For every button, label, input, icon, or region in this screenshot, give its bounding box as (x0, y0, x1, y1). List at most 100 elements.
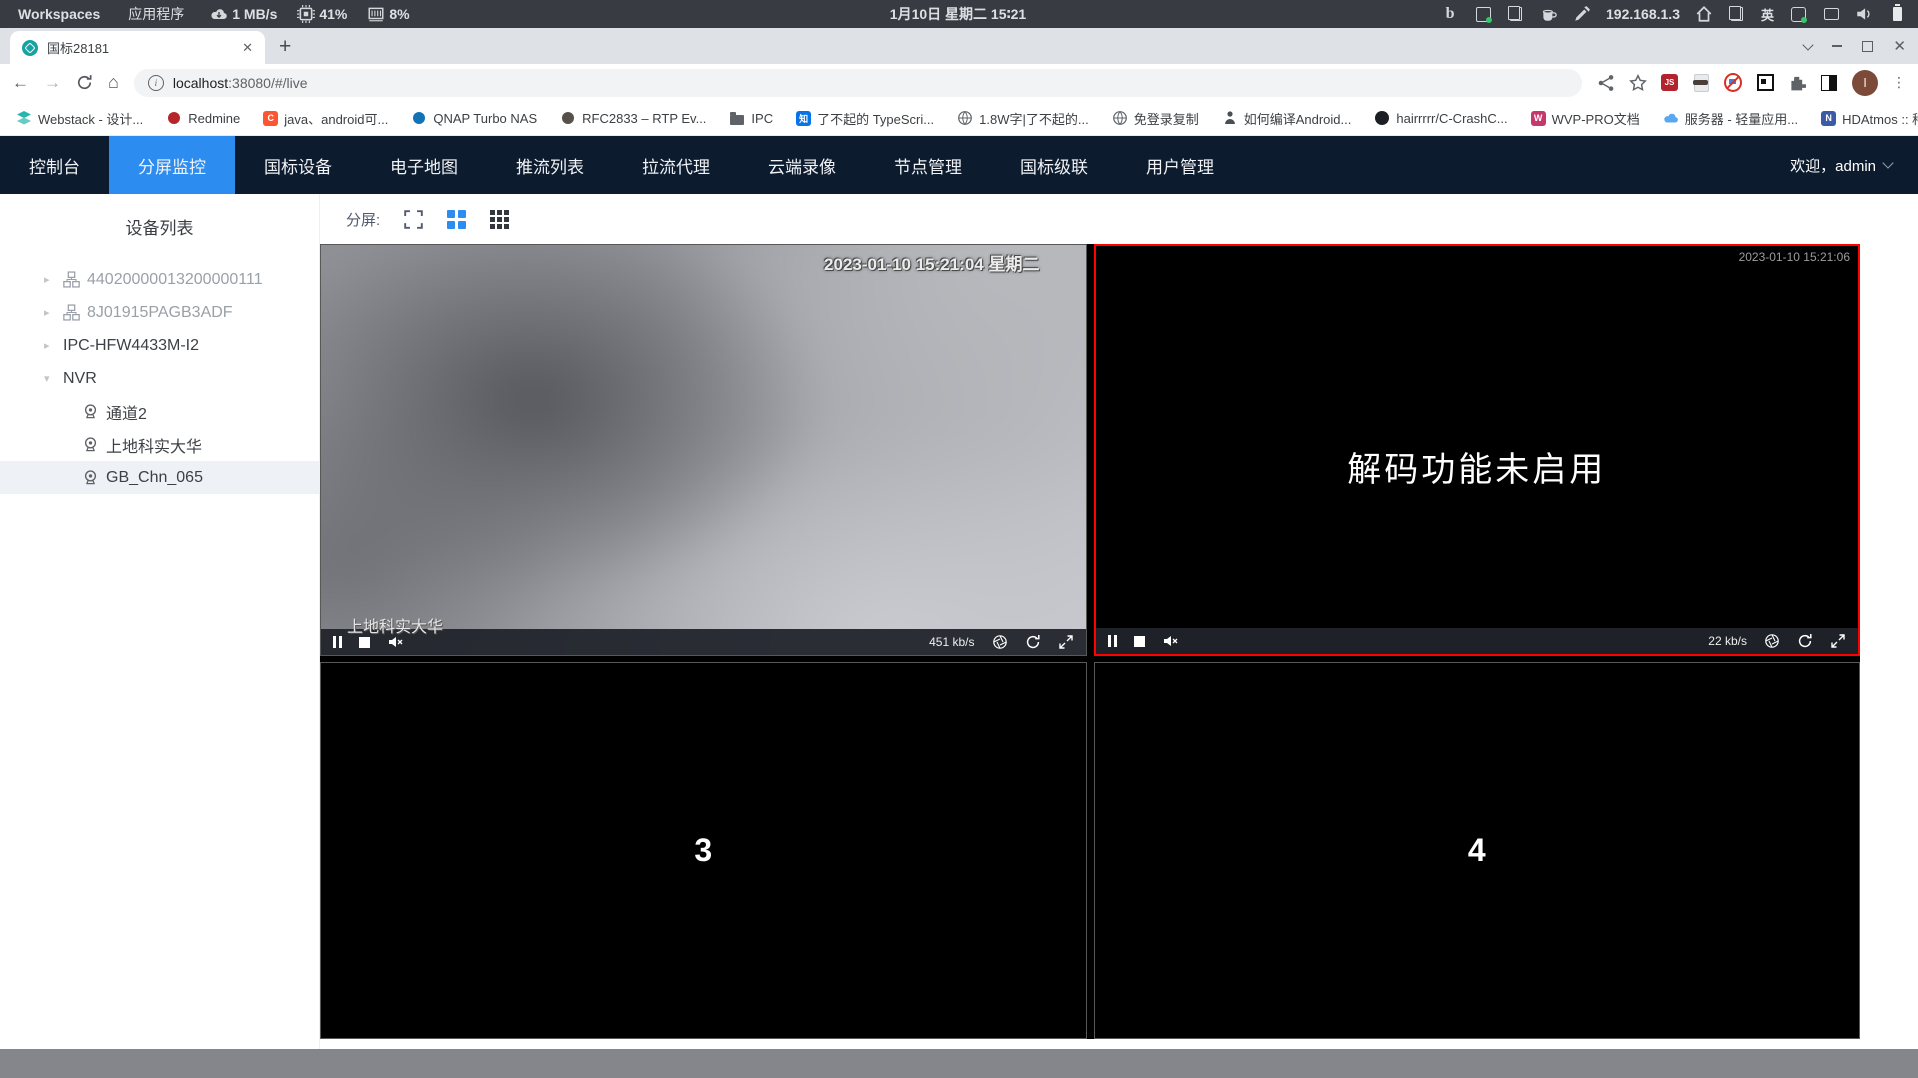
clipboard-icon[interactable] (1507, 5, 1525, 23)
user-menu[interactable]: 欢迎，admin (1790, 136, 1894, 194)
stop-button[interactable] (359, 636, 370, 648)
close-window-icon[interactable]: ✕ (1893, 37, 1906, 55)
nav-tab-split-monitor[interactable]: 分屏监控 (109, 136, 235, 194)
bookmark-redmine[interactable]: Redmine (166, 110, 240, 126)
coffee-cup-icon[interactable] (1540, 5, 1558, 23)
camera-icon (84, 404, 97, 419)
color-picker-icon[interactable] (1573, 5, 1591, 23)
stream-settings-icon[interactable] (992, 634, 1008, 650)
nav-tab-push-list[interactable]: 推流列表 (487, 136, 613, 194)
bookmark-article[interactable]: 1.8W字|了不起的... (957, 109, 1089, 128)
tree-node-channel2[interactable]: 通道2 (0, 395, 319, 428)
chevron-down-icon[interactable]: ▾ (44, 372, 56, 385)
site-info-icon[interactable]: i (147, 74, 164, 91)
nav-tab-user-manage[interactable]: 用户管理 (1117, 136, 1243, 194)
nav-tab-map[interactable]: 电子地图 (361, 136, 487, 194)
contrast-extension-icon[interactable] (1820, 74, 1838, 92)
bing-tray-icon[interactable]: b (1441, 5, 1459, 23)
pause-button[interactable] (1107, 635, 1117, 647)
square-extension-icon[interactable] (1756, 74, 1774, 92)
adblock-extension-icon[interactable] (1724, 73, 1742, 92)
tree-node-gb-device-2[interactable]: ▸ 8J01915PAGB3ADF (0, 296, 319, 329)
app-nav-bar: 控制台 分屏监控 国标设备 电子地图 推流列表 拉流代理 云端录像 节点管理 国… (0, 136, 1918, 194)
battery-icon[interactable] (1888, 4, 1906, 23)
bookmark-rfc2833[interactable]: RFC2833 – RTP Ev... (560, 110, 706, 126)
back-icon[interactable]: ← (12, 73, 29, 93)
bookmark-csdn[interactable]: Cjava、android可... (263, 109, 388, 128)
stop-button[interactable] (1133, 635, 1145, 647)
bottom-strip (0, 1049, 1918, 1078)
share-icon[interactable] (1597, 74, 1615, 92)
profile-avatar[interactable]: I (1852, 69, 1878, 96)
tab-close-icon[interactable]: ✕ (238, 40, 257, 56)
nav-tab-console[interactable]: 控制台 (0, 136, 109, 194)
video-cell-3[interactable]: 3 (320, 662, 1087, 1039)
new-tab-button[interactable]: + (279, 34, 291, 60)
phone-link-icon[interactable] (1789, 5, 1807, 23)
volume-icon[interactable] (1855, 5, 1873, 23)
bookmark-android[interactable]: 如何编译Android... (1222, 109, 1351, 128)
bookmark-folder-ipc[interactable]: IPC (729, 110, 773, 126)
browser-tab[interactable]: 国标28181 ✕ (10, 31, 265, 64)
grid-3x3-icon[interactable] (490, 209, 510, 229)
bookmark-copy-tool[interactable]: 免登录复制 (1112, 109, 1199, 128)
clock[interactable]: 1月10日 星期二 15∶21 (890, 4, 1026, 24)
tree-node-gb-device-1[interactable]: ▸ 44020000013200000111 (0, 263, 319, 296)
bookmark-star-icon[interactable] (1629, 73, 1647, 92)
bookmark-wvp-docs[interactable]: W WVP-PRO文档 (1530, 109, 1640, 128)
nav-tab-gb-devices[interactable]: 国标设备 (235, 136, 361, 194)
js-extension-icon[interactable]: JS (1661, 74, 1678, 91)
refresh-icon[interactable] (1797, 633, 1813, 649)
chevron-right-icon[interactable]: ▸ (44, 273, 56, 286)
chevron-right-icon[interactable]: ▸ (44, 306, 56, 319)
tab-search-icon[interactable] (1802, 38, 1815, 51)
ip-address[interactable]: 192.168.1.3 (1606, 6, 1680, 22)
video-cell-4[interactable]: 4 (1093, 662, 1860, 1039)
chevron-right-icon[interactable]: ▸ (44, 339, 56, 352)
device-label: 8J01915PAGB3ADF (87, 303, 233, 321)
tree-node-nvr[interactable]: ▾ NVR (0, 362, 319, 395)
minimize-icon[interactable] (1832, 45, 1843, 47)
app-status-icon[interactable] (1474, 5, 1492, 23)
nav-tab-pull-proxy[interactable]: 拉流代理 (613, 136, 739, 194)
mute-icon[interactable] (1162, 633, 1178, 649)
display-icon[interactable] (1822, 5, 1840, 23)
nav-tab-gb-cascade[interactable]: 国标级联 (991, 136, 1117, 194)
video-cell-2[interactable]: 2023-01-10 15:21:06 解码功能未启用 22 kb/s (1093, 244, 1860, 656)
stream-settings-icon[interactable] (1764, 633, 1780, 649)
bookmark-webstack[interactable]: Webstack - 设计... (16, 109, 143, 128)
refresh-icon[interactable] (1025, 634, 1041, 650)
bookmark-cloud-server[interactable]: 服务器 - 轻量应用... (1663, 109, 1798, 128)
bookmark-zhihu[interactable]: 知了不起的 TypeScri... (796, 109, 934, 128)
nav-tab-cloud-record[interactable]: 云端录像 (739, 136, 865, 194)
bookmark-github[interactable]: hairrrrr/C-CrashC... (1374, 110, 1508, 126)
net-speed-value: 1 MB/s (232, 6, 278, 22)
grid-2x2-icon[interactable] (447, 209, 467, 229)
applications-menu[interactable]: 应用程序 (116, 4, 196, 24)
reload-icon[interactable] (76, 74, 93, 91)
pause-button[interactable] (333, 636, 342, 648)
expand-icon[interactable] (1830, 633, 1846, 649)
split-label: 分屏: (346, 211, 381, 229)
address-bar[interactable]: i localhost:38080/#/live (133, 68, 1582, 97)
expand-icon[interactable] (1058, 634, 1074, 650)
windows-stack-icon[interactable] (1728, 5, 1746, 23)
forward-icon[interactable]: → (44, 73, 61, 93)
bookmark-qnap[interactable]: QNAP Turbo NAS (411, 110, 537, 126)
home-icon[interactable] (1695, 5, 1713, 23)
tree-node-gb-chn-065[interactable]: GB_Chn_065 (0, 461, 319, 494)
browser-menu-icon[interactable]: ⋮ (1892, 74, 1906, 91)
bitrate-label: 22 kb/s (1708, 634, 1747, 648)
workspaces-button[interactable]: Workspaces (10, 6, 108, 22)
browser-home-icon[interactable]: ⌂ (108, 72, 119, 93)
fullscreen-icon[interactable] (404, 209, 423, 229)
maximize-icon[interactable] (1862, 40, 1874, 52)
nav-tab-node-manage[interactable]: 节点管理 (865, 136, 991, 194)
video-cell-1[interactable]: 2023-01-10 15:21:04 星期二 上地科实大华 451 kb/s (320, 244, 1087, 656)
bookmark-hdatmos[interactable]: NHDAtmos :: 种子 *... (1821, 109, 1918, 128)
mask-extension-icon[interactable] (1692, 73, 1710, 92)
tree-node-ipc[interactable]: ▸ IPC-HFW4433M-I2 (0, 329, 319, 362)
tree-node-shangdi[interactable]: 上地科实大华 (0, 428, 319, 461)
extensions-puzzle-icon[interactable] (1788, 74, 1806, 92)
input-method-indicator[interactable]: 英 (1761, 5, 1774, 24)
